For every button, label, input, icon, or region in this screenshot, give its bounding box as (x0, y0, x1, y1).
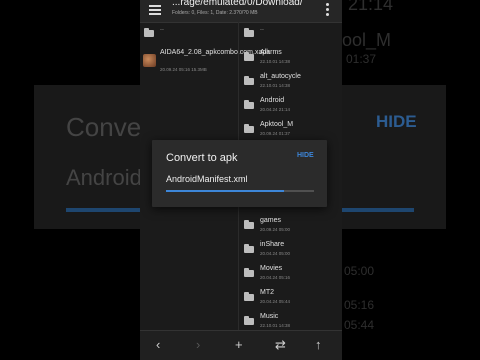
folder-name: alt_autocycle (260, 73, 301, 80)
list-item[interactable]: inShare 20.04.24 05:00 (240, 238, 342, 262)
folder-icon (244, 292, 254, 301)
list-item[interactable]: Alarms 22.10.01 14:38 (240, 46, 342, 70)
current-path: ...rage/emulated/0/Download/ (172, 0, 303, 8)
folder-date: 22.10.01 14:38 (260, 323, 291, 328)
dialog-title: Convert to apk (166, 152, 238, 164)
folder-date: 22.10.01 14:38 (260, 83, 291, 88)
folder-name: Music (260, 313, 279, 320)
folder-date: 20.04.24 21:14 (260, 107, 291, 112)
ghost-time-top: 21:14 (348, 0, 394, 14)
ghost-convert: Conve (66, 112, 142, 142)
folder-date: 20.09.24 01:37 (260, 131, 291, 136)
add-icon[interactable]: + (235, 337, 243, 353)
parent-folder-row[interactable]: .. (240, 22, 342, 46)
more-options-icon[interactable] (326, 3, 330, 18)
folder-date: 20.04.24 05:16 (260, 275, 291, 280)
folder-icon (244, 268, 254, 277)
ghost-progress (66, 208, 140, 212)
bottom-navigation-bar: ‹ › + ⇄ ↑ (140, 330, 342, 360)
forward-icon[interactable]: › (196, 337, 200, 353)
folder-icon (244, 244, 254, 253)
file-date: 20.09.24 05:16 15.3MB (160, 67, 207, 72)
folder-icon (244, 76, 254, 85)
ghost-progress-right (342, 208, 414, 212)
list-item[interactable]: Apktool_M 20.09.24 01:37 (240, 118, 342, 142)
folder-date: 22.10.01 14:38 (260, 59, 291, 64)
ghost-folder-top: ool_M (342, 30, 392, 50)
progress-fill (166, 190, 285, 192)
folder-name: Movies (260, 265, 283, 272)
folder-icon (144, 28, 154, 37)
list-item[interactable]: MT2 20.04.24 05:44 (240, 286, 342, 310)
folder-icon (244, 124, 254, 133)
file-name: AIDA64_2.08_apkcombo.com.xapk (160, 49, 270, 56)
parent-folder-label: .. (260, 25, 264, 32)
folder-name: inShare (260, 241, 285, 248)
folder-icon (244, 28, 254, 37)
progress-bar (166, 190, 314, 192)
swap-panes-icon[interactable]: ⇄ (275, 337, 286, 353)
folder-date: 20.04.24 05:00 (260, 251, 291, 256)
up-arrow-icon[interactable]: ↑ (315, 337, 322, 353)
folder-name: Apktool_M (260, 121, 294, 128)
ghost-time-mid: 05:00 (344, 264, 375, 278)
list-item[interactable]: AIDA64_2.08_apkcombo.com.xapk 20.09.24 0… (140, 46, 270, 82)
folder-icon (244, 220, 254, 229)
folder-name: Alarms (260, 49, 282, 56)
list-item[interactable]: Android 20.04.24 21:14 (240, 94, 342, 118)
folder-name: Android (260, 97, 285, 104)
convert-progress-dialog: Convert to apk HIDE AndroidManifest.xml (152, 140, 327, 207)
ghost-time-top2: 01:37 (346, 52, 377, 66)
menu-icon[interactable] (149, 3, 161, 15)
parent-folder-row[interactable]: .. (140, 22, 238, 46)
folder-icon (244, 100, 254, 109)
folder-date: 20.09.24 05:00 (260, 227, 291, 232)
parent-folder-label: .. (160, 25, 164, 32)
folder-icon (244, 316, 254, 325)
folder-name: games (260, 217, 282, 224)
ghost-time-low: 05:44 (344, 318, 375, 332)
folder-summary: Folders: 0, Files: 1, Date: 2.3?0/?0 MB (172, 10, 258, 16)
folder-date: 20.04.24 05:44 (260, 299, 291, 304)
app-file-icon (143, 54, 156, 67)
top-bar: ...rage/emulated/0/Download/ Folders: 0,… (140, 0, 342, 23)
list-item[interactable]: alt_autocycle 22.10.01 14:38 (240, 70, 342, 94)
current-file-label: AndroidManifest.xml (166, 174, 248, 184)
ghost-hide: HIDE (376, 112, 417, 131)
ghost-android: Android (66, 165, 142, 190)
ghost-time-mid2: 05:16 (344, 298, 375, 312)
folder-name: MT2 (260, 289, 274, 296)
hide-button[interactable]: HIDE (297, 152, 314, 159)
list-item[interactable]: Movies 20.04.24 05:16 (240, 262, 342, 286)
list-item[interactable]: games 20.09.24 05:00 (240, 214, 342, 238)
back-icon[interactable]: ‹ (156, 337, 160, 353)
folder-icon (244, 52, 254, 61)
